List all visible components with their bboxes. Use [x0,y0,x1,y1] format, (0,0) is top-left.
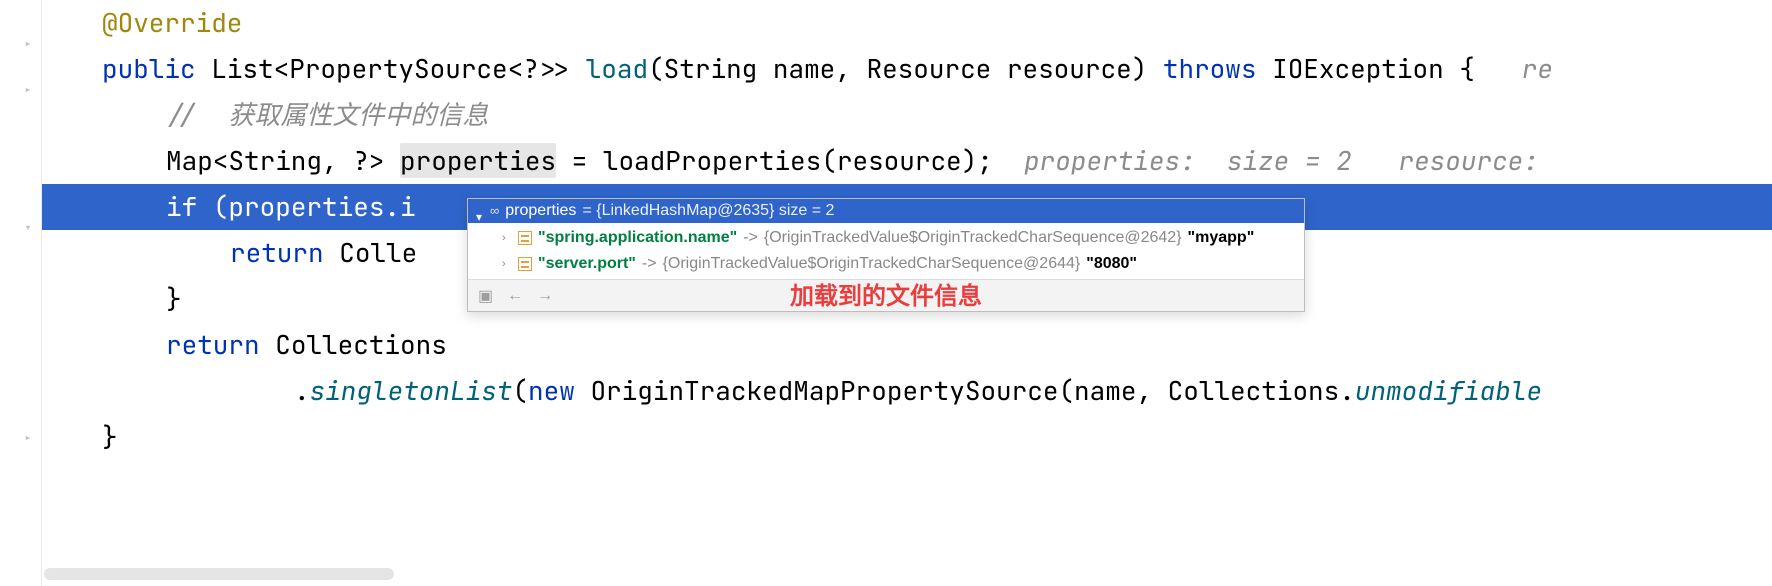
popup-rows: › "spring.application.name" -> {OriginTr… [468,223,1304,279]
popup-header[interactable]: ▾ ∞ properties = {LinkedHashMap@2635} si… [468,199,1304,223]
chevron-right-icon[interactable]: › [502,251,512,277]
entry-key: "spring.application.name" [538,225,737,251]
entry-value: "myapp" [1188,225,1255,251]
popup-footer: ▣ ← → 加载到的文件信息 [468,279,1304,311]
chevron-down-icon[interactable]: ▾ [474,206,484,216]
horizontal-scrollbar-thumb[interactable] [44,568,394,580]
code-editor[interactable]: ▸ ▸ ▾ ▸ @Override public List<PropertySo… [0,0,1772,586]
popup-var-name: properties [505,200,576,222]
entry-type: {OriginTrackedValue$OriginTrackedCharSeq… [764,225,1182,251]
annotation-override: @Override [102,5,242,40]
chevron-right-icon[interactable]: › [502,225,512,251]
code-line[interactable]: // 获取属性文件中的信息 [42,92,1772,138]
comment-text: // 获取属性文件中的信息 [166,97,488,132]
map-entry-icon [518,231,532,245]
map-entry-icon [518,257,532,271]
link-icon: ∞ [490,200,499,222]
annotation-text: 加载到的文件信息 [790,276,982,311]
fold-marker[interactable]: ▸ [18,82,38,96]
map-entry-row[interactable]: › "server.port" -> {OriginTrackedValue$O… [468,251,1304,277]
expand-icon[interactable]: ▣ [478,286,493,306]
popup-var-type: = {LinkedHashMap@2635} size = 2 [582,200,834,222]
nav-forward-icon[interactable]: → [537,287,553,305]
fold-marker[interactable]: ▸ [18,36,38,50]
entry-value: "8080" [1086,251,1137,277]
method-load: load [586,51,648,86]
code-line[interactable]: } [42,414,1772,460]
fold-marker[interactable]: ▸ [18,430,38,444]
gutter: ▸ ▸ ▾ ▸ [0,0,42,586]
entry-key: "server.port" [538,251,636,277]
nav-back-icon[interactable]: ← [507,287,523,305]
code-line[interactable]: public List<PropertySource<?>> load(Stri… [42,46,1772,92]
fold-marker[interactable]: ▾ [18,220,38,234]
code-line[interactable]: @Override [42,0,1772,46]
code-area[interactable]: @Override public List<PropertySource<?>>… [42,0,1772,586]
var-properties: properties [400,143,556,178]
debug-evaluate-popup[interactable]: ▾ ∞ properties = {LinkedHashMap@2635} si… [467,198,1305,312]
code-line[interactable]: Map<String, ?> properties = loadProperti… [42,138,1772,184]
method-singletonlist: singletonList [310,373,513,408]
code-line[interactable]: return Collections [42,322,1772,368]
kw-public: public [102,51,196,86]
map-entry-row[interactable]: › "spring.application.name" -> {OriginTr… [468,225,1304,251]
code-line[interactable]: .singletonList(new OriginTrackedMapPrope… [42,368,1772,414]
entry-type: {OriginTrackedValue$OriginTrackedCharSeq… [663,251,1081,277]
